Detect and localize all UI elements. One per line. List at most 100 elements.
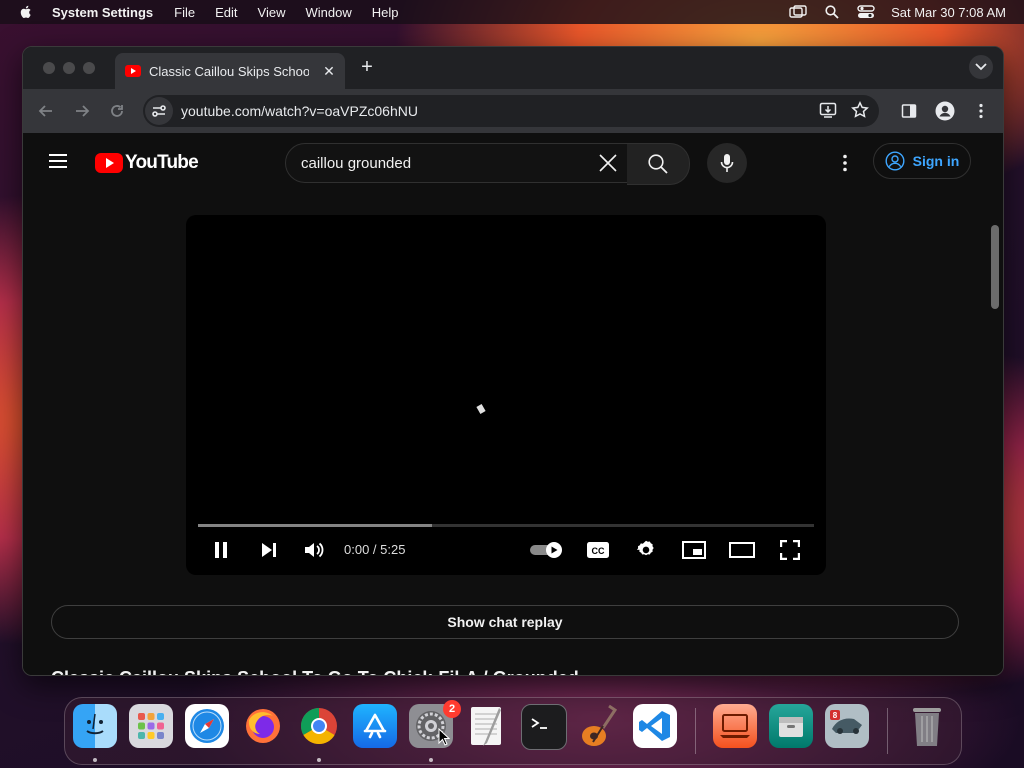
pause-button[interactable] (208, 537, 234, 563)
hamburger-menu-icon[interactable] (49, 154, 67, 168)
url-text[interactable]: youtube.com/watch?v=oaVPZc06hNU (181, 103, 418, 119)
video-title: Classic Caillou Skips School To Go To Ch… (51, 664, 611, 675)
bookmark-star-icon[interactable] (851, 101, 869, 124)
gear-icon (636, 540, 654, 556)
menu-view[interactable]: View (258, 5, 286, 20)
garageband-icon[interactable] (577, 704, 621, 748)
terminal-icon[interactable] (521, 704, 567, 750)
settings-running-indicator (429, 758, 433, 762)
menu-file[interactable]: File (174, 5, 195, 20)
profile-icon[interactable] (934, 100, 956, 122)
install-app-icon[interactable] (819, 101, 837, 124)
chrome-menu-icon[interactable] (970, 100, 992, 122)
youtube-favicon-icon (125, 65, 141, 77)
sign-in-button[interactable]: Sign in (873, 143, 971, 179)
browser-tab[interactable]: Classic Caillou Skips School T ✕ (115, 53, 345, 89)
tab-strip: Classic Caillou Skips School T ✕ + (23, 47, 1003, 89)
textedit-icon[interactable] (465, 704, 509, 748)
google-chrome-icon[interactable] (297, 704, 341, 748)
search-input[interactable]: caillou grounded (285, 143, 629, 183)
clear-search-icon[interactable] (596, 151, 620, 175)
progress-bar[interactable] (198, 524, 814, 527)
autoplay-icon (530, 542, 562, 558)
video-player[interactable]: 0:00 / 5:25 CC (186, 215, 826, 575)
svg-text:CC: CC (592, 546, 605, 556)
screen-mirroring-icon[interactable] (789, 5, 807, 19)
menu-help[interactable]: Help (372, 5, 399, 20)
buffered-progress (198, 524, 433, 527)
search-button[interactable] (627, 143, 690, 185)
chrome-running-indicator (317, 758, 321, 762)
tab-title: Classic Caillou Skips School T (149, 63, 309, 79)
search-icon (648, 154, 668, 174)
back-icon[interactable] (35, 100, 57, 122)
active-app-name[interactable]: System Settings (52, 5, 153, 20)
safari-icon[interactable] (185, 704, 229, 748)
fullscreen-button[interactable] (776, 537, 804, 563)
address-bar[interactable]: youtube.com/watch?v=oaVPZc06hNU (143, 95, 879, 127)
volume-icon (305, 542, 324, 558)
browser-toolbar: youtube.com/watch?v=oaVPZc06hNU (23, 89, 1003, 133)
voice-search-button[interactable] (707, 143, 747, 183)
microphone-icon (720, 154, 734, 172)
archive-utility-icon[interactable] (769, 704, 813, 748)
settings-more-icon[interactable] (835, 151, 855, 175)
close-tab-icon[interactable]: ✕ (321, 63, 337, 79)
menu-window[interactable]: Window (305, 5, 351, 20)
miniplayer-icon (682, 541, 706, 559)
subtitles-button[interactable]: CC (584, 537, 612, 563)
autoplay-toggle[interactable] (528, 537, 566, 563)
dock-separator-trash (887, 708, 888, 754)
menu-bar: System Settings File Edit View Window He… (0, 0, 1024, 24)
time-display: 0:00 / 5:25 (344, 542, 406, 557)
launchpad-icon[interactable] (129, 704, 173, 748)
svg-text:8: 8 (833, 711, 838, 720)
page-scrollbar[interactable] (991, 225, 999, 309)
control-center-icon[interactable] (857, 5, 875, 19)
dock: 2 8 (64, 697, 962, 765)
forward-icon[interactable] (71, 100, 93, 122)
firefox-icon[interactable] (241, 704, 285, 748)
photo-booth-icon[interactable]: 8 (825, 704, 869, 748)
account-circle-icon (885, 151, 905, 171)
sign-in-label: Sign in (912, 153, 960, 169)
reload-icon[interactable] (106, 100, 128, 122)
skip-next-icon (262, 543, 276, 557)
youtube-play-logo-icon (95, 153, 123, 173)
notification-badge: 2 (443, 700, 461, 718)
theater-mode-button[interactable] (728, 537, 756, 563)
loading-spinner-icon (476, 404, 486, 414)
new-tab-icon[interactable]: + (357, 57, 377, 77)
close-window-button[interactable] (43, 62, 55, 74)
show-chat-replay-button[interactable]: Show chat replay (51, 605, 959, 639)
finder-icon[interactable] (73, 704, 117, 748)
finder-running-indicator (93, 758, 97, 762)
settings-button[interactable] (632, 537, 660, 563)
youtube-wordmark: YouTube (125, 152, 199, 173)
browser-window: Classic Caillou Skips School T ✕ + youtu… (22, 46, 1004, 676)
youtube-logo[interactable]: YouTube (95, 152, 199, 174)
visual-studio-code-icon[interactable] (633, 704, 677, 748)
zoom-window-button[interactable] (83, 62, 95, 74)
trash-icon[interactable] (905, 704, 949, 748)
window-controls (43, 62, 95, 74)
menubar-clock[interactable]: Sat Mar 30 7:08 AM (891, 5, 1006, 20)
spotlight-search-icon[interactable] (823, 5, 841, 19)
search-query-text[interactable]: caillou grounded (301, 155, 596, 172)
menu-edit[interactable]: Edit (215, 5, 237, 20)
dock-separator (695, 708, 696, 754)
side-panel-icon[interactable] (898, 100, 920, 122)
next-video-button[interactable] (256, 537, 282, 563)
closed-captions-icon: CC (587, 542, 609, 558)
miniplayer-button[interactable] (680, 537, 708, 563)
minimize-window-button[interactable] (63, 62, 75, 74)
remote-desktop-icon[interactable] (713, 704, 757, 748)
site-info-icon[interactable] (145, 97, 173, 125)
theater-mode-icon (729, 542, 755, 558)
fullscreen-icon (780, 540, 800, 560)
apple-menu-icon[interactable] (18, 4, 34, 20)
tab-search-icon[interactable] (969, 55, 993, 79)
mute-button[interactable] (302, 537, 328, 563)
mouse-cursor-icon (438, 728, 450, 746)
app-store-icon[interactable] (353, 704, 397, 748)
